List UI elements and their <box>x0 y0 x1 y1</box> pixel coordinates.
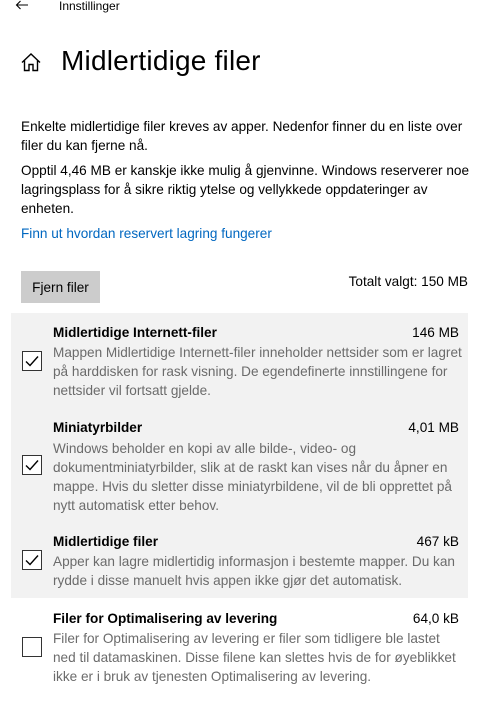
checkmark-icon <box>25 356 39 367</box>
total-selected-text: Totalt valgt: 150 MB <box>348 274 468 289</box>
item-description: Windows beholder en kopi av alle bilde-,… <box>53 441 452 513</box>
item-name: Filer for Optimalisering av levering <box>53 611 278 626</box>
item-size: 4,01 MB <box>408 420 459 435</box>
item-size: 467 kB <box>416 534 459 549</box>
item-name: Miniatyrbilder <box>53 420 143 435</box>
item-description: Mappen Midlertidige Internett-filer inne… <box>53 345 462 398</box>
file-category-item[interactable]: Filer for Optimalisering av levering 64,… <box>11 598 468 696</box>
page-title: Midlertidige filer <box>61 45 261 76</box>
item-name: Midlertidige filer <box>53 534 158 549</box>
window-title: Innstillinger <box>59 0 120 13</box>
file-category-item[interactable]: Midlertidige filer 467 kB Apper kan lagr… <box>11 522 468 598</box>
file-category-item[interactable]: Miniatyrbilder 4,01 MB Windows beholder … <box>11 408 468 522</box>
reserved-storage-info: Opptil 4,46 MB er kanskje ikke mulig å g… <box>21 163 470 216</box>
checkmark-icon <box>25 460 39 471</box>
item-checkbox[interactable] <box>22 637 42 657</box>
item-name: Midlertidige Internett-filer <box>53 325 217 340</box>
back-arrow-icon <box>15 0 28 10</box>
item-description: Filer for Optimalisering av levering er … <box>53 631 456 684</box>
item-checkbox[interactable] <box>22 455 42 475</box>
checkmark-icon <box>25 555 39 566</box>
back-button[interactable] <box>12 0 32 13</box>
title-bar: Innstillinger <box>0 0 490 14</box>
home-icon <box>21 53 41 72</box>
item-size: 64,0 kB <box>412 611 459 626</box>
remove-files-button[interactable]: Fjern filer <box>21 271 100 303</box>
item-size: 146 MB <box>412 325 459 340</box>
item-checkbox[interactable] <box>22 550 42 570</box>
reserved-storage-link[interactable]: Finn ut hvordan reservert lagring funger… <box>21 224 272 243</box>
item-description: Apper kan lagre midlertidig informasjon … <box>53 554 455 588</box>
item-checkbox[interactable] <box>22 351 42 371</box>
file-category-item[interactable]: Midlertidige Internett-filer 146 MB Mapp… <box>11 313 468 408</box>
intro-text: Enkelte midlertidige filer kreves av app… <box>21 119 463 153</box>
